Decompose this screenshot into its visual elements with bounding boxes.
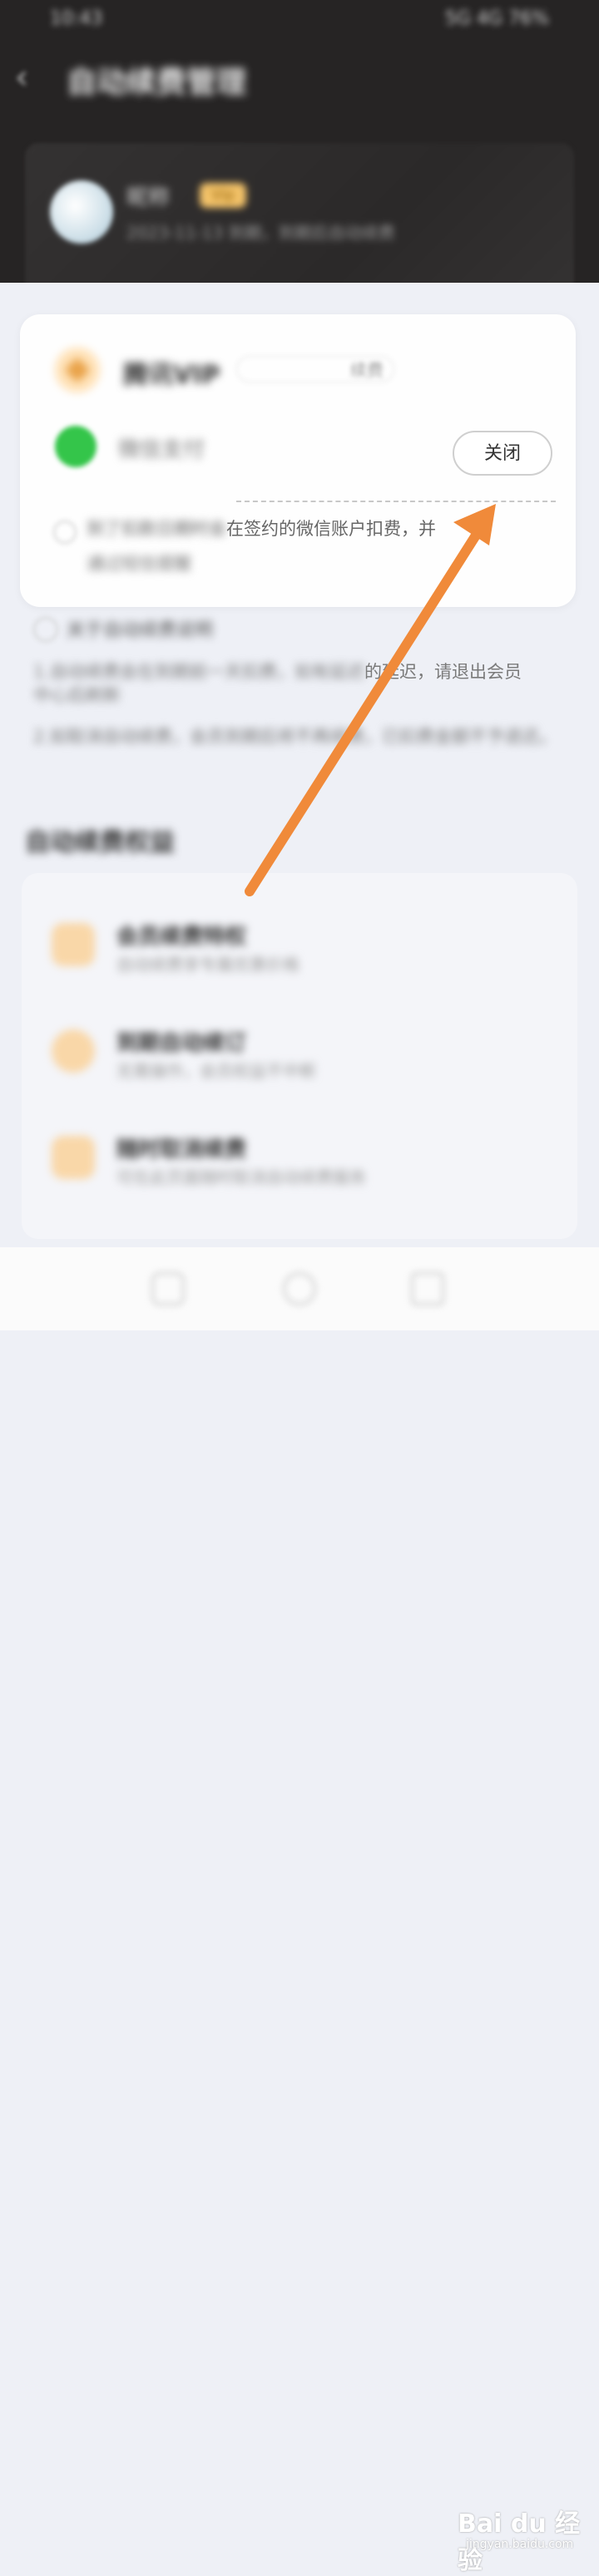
annotation-arrow-icon [245, 504, 496, 896]
arrow-shaft [245, 517, 489, 896]
watermark-url: jingyan.baidu.com [466, 2538, 574, 2551]
